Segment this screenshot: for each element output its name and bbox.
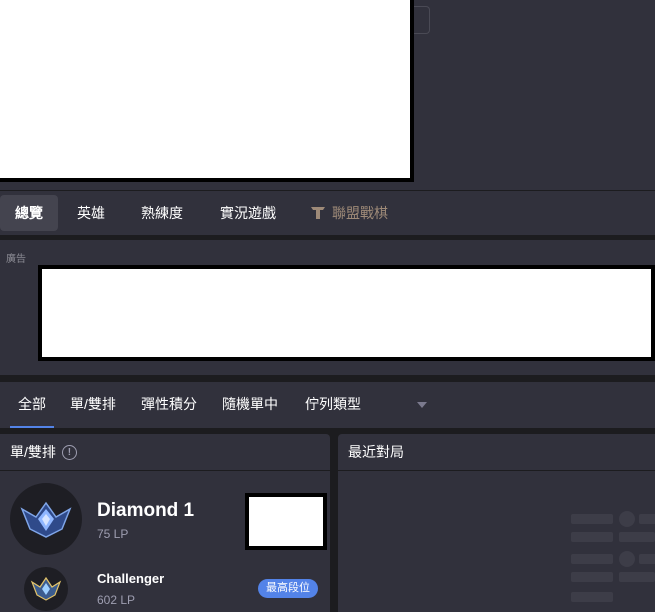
tab-champions[interactable]: 英雄 (69, 195, 113, 231)
ad-label: 廣告 (6, 254, 26, 265)
redacted-ad-banner[interactable] (38, 265, 655, 361)
main-tab-bar: 總覽 英雄 熟練度 實況遊戲 聯盟戰棋 (0, 191, 655, 235)
challenger-emblem-icon (24, 567, 68, 611)
filter-all[interactable]: 全部 (10, 382, 54, 428)
ranked-panel-header: 單/雙排 ! (0, 434, 330, 471)
tab-overview[interactable]: 總覽 (0, 195, 58, 231)
queue-filter-bar: 全部 單/雙排 彈性積分 隨機單中 佇列類型 (0, 382, 655, 428)
current-lp: 75 LP (97, 527, 129, 541)
recent-panel-header: 最近對局 (338, 434, 655, 471)
ranked-panel-title: 單/雙排 (10, 443, 56, 460)
diamond-emblem-icon (10, 483, 82, 555)
ad-container: 廣告 (0, 240, 655, 375)
ranked-solo-panel: 單/雙排 ! Diamond 1 75 LP Challenger 602 LP… (0, 434, 330, 612)
filter-flex[interactable]: 彈性積分 (141, 382, 197, 428)
peak-rank-badge: 最高段位 (258, 579, 318, 598)
info-icon[interactable]: ! (61, 444, 77, 460)
peak-tier: Challenger (97, 571, 165, 586)
tab-tft[interactable]: 聯盟戰棋 (310, 195, 396, 231)
peak-lp: 602 LP (97, 593, 136, 607)
current-tier: Diamond 1 (97, 500, 195, 521)
filter-aram[interactable]: 隨機單中 (222, 382, 278, 428)
queue-type-select[interactable]: 佇列類型 (305, 382, 361, 428)
profile-header (0, 0, 655, 190)
tab-tft-label: 聯盟戰棋 (332, 205, 388, 221)
filter-solo-duo[interactable]: 單/雙排 (70, 382, 116, 428)
tab-mastery[interactable]: 熟練度 (133, 195, 191, 231)
redacted-stats-box (245, 493, 327, 550)
tft-logo-icon (311, 207, 325, 219)
recent-games-panel: 最近對局 (338, 434, 655, 612)
header-side-button[interactable] (414, 6, 430, 34)
recent-panel-title: 最近對局 (348, 443, 404, 460)
tab-live-game[interactable]: 實況遊戲 (212, 195, 284, 231)
redacted-profile-banner (0, 0, 414, 182)
chevron-down-icon[interactable] (417, 402, 427, 408)
